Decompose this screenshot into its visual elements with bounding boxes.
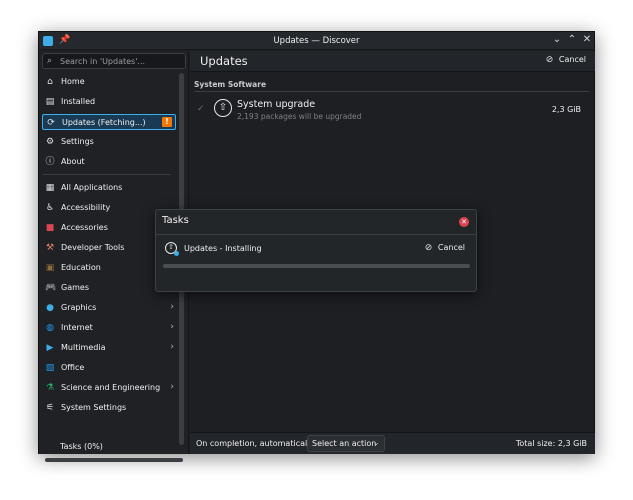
sidebar-item-label: Internet: [61, 323, 93, 332]
warning-icon: !: [162, 117, 172, 127]
tasks-dialog: Tasks ✕ ⇧ Updates - Installing ⊘ Cancel: [155, 209, 477, 292]
multimedia-icon: ▶: [46, 343, 54, 353]
page-header: Updates ⊘ Cancel: [190, 51, 595, 72]
sidebar-item-internet[interactable]: ◍ Internet ›: [42, 320, 176, 336]
sidebar-item-label: Multimedia: [61, 343, 106, 352]
hammer-icon: ⚒: [45, 243, 55, 253]
maximize-button[interactable]: ⌃: [566, 34, 578, 45]
sidebar-item-installed[interactable]: ▤ Installed: [42, 94, 176, 110]
checkmark-icon[interactable]: ✓: [197, 104, 205, 114]
tasks-progress-bar: [45, 458, 183, 462]
search-input[interactable]: ⌕ Search in 'Updates'...: [42, 53, 186, 69]
sidebar-item-label: Graphics: [61, 303, 97, 312]
sidebar-item-label: Games: [61, 283, 89, 292]
dialog-title: Tasks: [162, 215, 189, 226]
sidebar-item-label: Updates (Fetching...): [62, 118, 146, 127]
chevron-down-icon: ⌄: [372, 438, 380, 448]
sidebar-divider: [43, 174, 171, 175]
chevron-right-icon: ›: [170, 342, 174, 352]
updates-icon: ⟳: [47, 118, 55, 128]
installed-icon: ▤: [45, 97, 55, 107]
update-subtitle: 2,193 packages will be upgraded: [237, 112, 362, 121]
sidebar-item-home[interactable]: ⌂ Home: [42, 74, 176, 90]
minimize-button[interactable]: ⌄: [551, 34, 563, 45]
section-title: System Software: [194, 80, 267, 89]
task-progress-bar: [163, 264, 470, 268]
sidebar-item-about[interactable]: ⓘ About: [42, 154, 176, 170]
cancel-label: Cancel: [437, 243, 465, 252]
section-divider: [194, 91, 589, 92]
sidebar-item-label: Science and Engineering: [61, 383, 161, 392]
sidebar-item-office[interactable]: ▧ Office: [42, 360, 176, 376]
cancel-updates-button[interactable]: ⊘ Cancel: [546, 55, 586, 68]
sidebar-item-graphics[interactable]: ● Graphics ›: [42, 300, 176, 316]
grid-icon: ▦: [45, 183, 55, 193]
info-icon: ⓘ: [45, 157, 55, 167]
cancel-icon: ⊘: [424, 243, 433, 253]
chevron-right-icon: ›: [170, 302, 174, 312]
search-placeholder: Search in 'Updates'...: [60, 57, 146, 66]
footer-bar: On completion, automatically: Select an …: [190, 432, 595, 454]
flask-icon: ⚗: [45, 383, 55, 393]
cancel-icon: ⊘: [545, 55, 554, 65]
update-size: 2,3 GiB: [551, 105, 581, 114]
update-title: System upgrade: [237, 99, 316, 110]
sidebar-item-label: Office: [61, 363, 85, 372]
chevron-right-icon: ›: [170, 322, 174, 332]
accessibility-icon: ♿: [45, 203, 55, 213]
task-status-dot-icon: [174, 251, 179, 256]
sidebar-item-label: Home: [61, 77, 85, 86]
cancel-label: Cancel: [558, 55, 586, 64]
close-window-button[interactable]: ✕: [581, 34, 593, 45]
select-value: Select an action: [312, 439, 377, 448]
window-title: Updates — Discover: [273, 36, 360, 46]
task-label: Updates - Installing: [184, 244, 262, 253]
system-upgrade-icon: ⇧: [214, 99, 232, 117]
completion-action-select[interactable]: Select an action ⌄: [307, 435, 385, 452]
sidebar-item-label: Settings: [61, 137, 94, 146]
close-dialog-icon[interactable]: ✕: [459, 217, 469, 227]
sidebar-item-science-and-engineering[interactable]: ⚗ Science and Engineering ›: [42, 380, 176, 396]
cancel-task-button[interactable]: ⊘ Cancel: [425, 243, 465, 253]
sidebar-item-system-settings[interactable]: ⚟ System Settings: [42, 400, 176, 416]
gamepad-icon: 🎮: [45, 283, 57, 293]
sidebar-item-label: Installed: [61, 97, 96, 106]
graphics-icon: ●: [46, 303, 54, 313]
sidebar-item-all-applications[interactable]: ▦ All Applications: [42, 180, 176, 196]
home-icon: ⌂: [47, 77, 53, 87]
sidebar-item-label: Accessibility: [61, 203, 111, 212]
sidebar-item-label: Developer Tools: [61, 243, 125, 252]
title-bar[interactable]: 📌 Updates — Discover ⌄ ⌃ ✕: [39, 32, 594, 50]
toolbox-icon: ■: [45, 223, 55, 233]
sidebar-item-settings[interactable]: ⚙ Settings: [42, 134, 176, 150]
completion-label: On completion, automatically:: [196, 439, 317, 448]
search-icon: ⌕: [47, 56, 53, 66]
sidebar-item-multimedia[interactable]: ▶ Multimedia ›: [42, 340, 176, 356]
sidebar-item-label: System Settings: [61, 403, 127, 412]
settings-icon: ⚙: [45, 137, 55, 147]
sidebar-item-label: About: [61, 157, 85, 166]
sidebar-item-updates[interactable]: ⟳ Updates (Fetching...) !: [42, 114, 176, 130]
chevron-right-icon: ›: [170, 382, 174, 392]
chalkboard-icon: ▣: [45, 263, 55, 273]
globe-icon: ◍: [46, 323, 54, 333]
total-size: Total size: 2,3 GiB: [515, 439, 587, 448]
sidebar-item-label: All Applications: [61, 183, 123, 192]
tasks-progress-label[interactable]: Tasks (0%): [60, 442, 103, 451]
update-list-item[interactable]: ✓ ⇧ System upgrade 2,193 packages will b…: [194, 95, 589, 127]
page-title: Updates: [200, 54, 248, 68]
system-settings-icon: ⚟: [45, 403, 55, 413]
sidebar-item-label: Education: [61, 263, 101, 272]
sidebar-item-label: Accessories: [61, 223, 108, 232]
dialog-divider: [156, 234, 476, 235]
office-icon: ▧: [45, 363, 55, 373]
